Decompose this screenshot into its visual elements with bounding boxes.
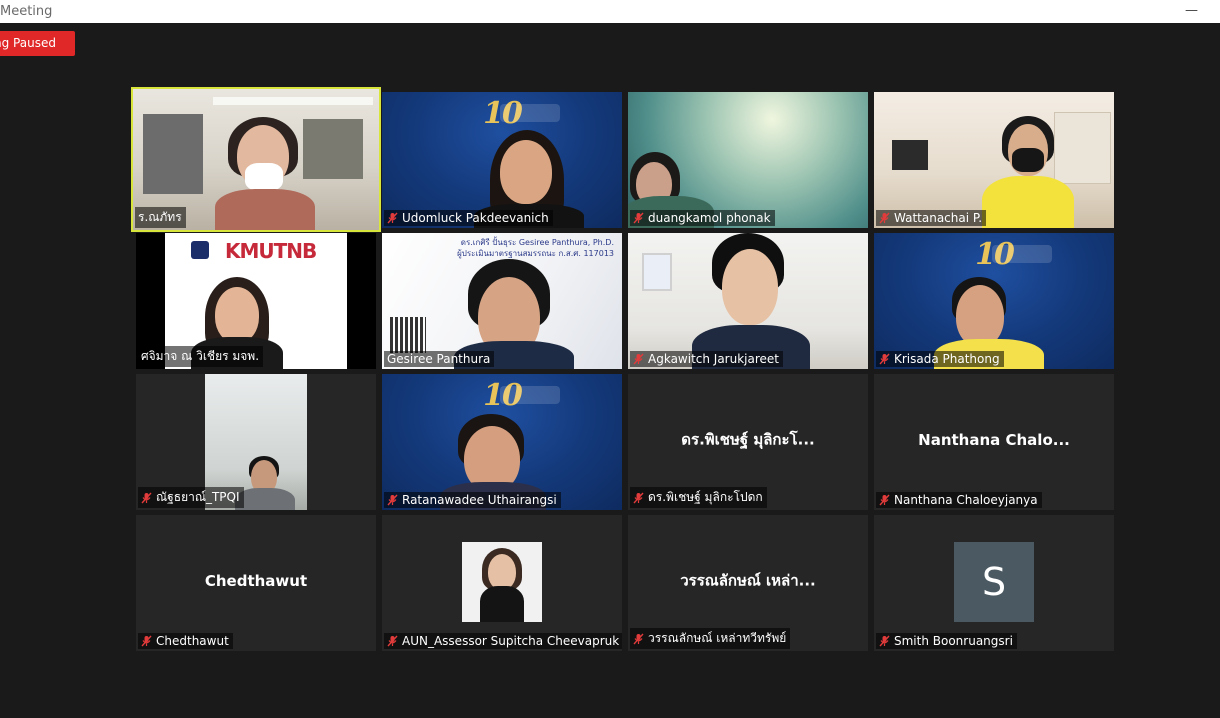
participant-name: ศจิมาจ ณ วิเชียร มจพ. (141, 349, 260, 363)
participant-tile[interactable]: Nanthana Chalo... Nanthana Chaloeyjanya (874, 374, 1114, 510)
participant-display-name: ดร.พิเชษฐ์ มุลิกะโ... (681, 430, 815, 449)
participant-name: Agkawitch Jarukjareet (648, 352, 779, 366)
participant-name-tag: Udomluck Pakdeevanich (384, 210, 553, 226)
qr-code-icon (390, 317, 426, 353)
video-feed (628, 92, 868, 228)
muted-mic-icon (879, 494, 890, 506)
participant-tile[interactable]: ร.ณภัทร (131, 87, 381, 232)
muted-mic-icon (879, 353, 890, 365)
avatar: S (954, 542, 1034, 622)
muted-mic-icon (141, 635, 152, 647)
participant-name-tag: Smith Boonruangsri (876, 633, 1017, 649)
participant-name-tag: ดร.พิเชษฐ์ มุลิกะโปดก (630, 487, 767, 508)
muted-mic-icon (633, 212, 644, 224)
participant-name-tag: Ratanawadee Uthairangsi (384, 492, 561, 508)
muted-mic-icon (633, 492, 644, 504)
video-feed: 10 (382, 92, 622, 228)
participant-name: Nanthana Chaloeyjanya (894, 493, 1038, 507)
video-feed (874, 92, 1114, 228)
participant-tile[interactable]: S Smith Boonruangsri (874, 515, 1114, 651)
participant-tile[interactable]: KMUTNB ศจิมาจ ณ วิเชียร มจพ. (136, 233, 376, 369)
participant-name-tag: Krisada Phathong (876, 351, 1004, 367)
muted-mic-icon (387, 212, 398, 224)
slide-header-line: ดร.เกศิรี ปั้นธุระ Gesiree Panthura, Ph.… (460, 238, 614, 247)
participant-name: ดร.พิเชษฐ์ มุลิกะโปดก (648, 490, 763, 504)
participant-name-tag: Wattanachai P. (876, 210, 987, 226)
participant-name: Krisada Phathong (894, 352, 1000, 366)
slide-header: ดร.เกศิรี ปั้นธุระ Gesiree Panthura, Ph.… (457, 237, 614, 259)
participant-tile[interactable]: 10 Udomluck Pakdeevanich (382, 92, 622, 228)
slide-header-line: ผู้ประเมินมาตรฐานสมรรถนะ ก.ส.ศ. 117013 (457, 249, 614, 258)
participant-name-tag: ณัฐธยาณ์_TPQI (138, 487, 244, 508)
participant-name-tag: Nanthana Chaloeyjanya (876, 492, 1042, 508)
video-feed: 10 (874, 233, 1114, 369)
muted-mic-icon (879, 635, 890, 647)
participant-tile[interactable]: วรรณลักษณ์ เหล่า... วรรณลักษณ์ เหล่าทวีท… (628, 515, 868, 651)
participant-tile[interactable]: 10 Krisada Phathong (874, 233, 1114, 369)
participant-name: Ratanawadee Uthairangsi (402, 493, 557, 507)
participant-name: Smith Boonruangsri (894, 634, 1013, 648)
participant-name-tag: Gesiree Panthura (384, 351, 495, 367)
participant-display-name: Chedthawut (204, 572, 308, 591)
participant-tile[interactable]: duangkamol phonak (628, 92, 868, 228)
muted-mic-icon (879, 212, 890, 224)
participant-name: Wattanachai P. (894, 211, 983, 225)
participant-tile[interactable]: ณัฐธยาณ์_TPQI (136, 374, 376, 510)
participant-name-tag: AUN_Assessor Supitcha Cheevapruk (384, 633, 622, 649)
muted-mic-icon (633, 353, 644, 365)
participant-name-tag: วรรณลักษณ์ เหล่าทวีทรัพย์ (630, 628, 791, 649)
participant-tile[interactable]: AUN_Assessor Supitcha Cheevapruk (382, 515, 622, 651)
participant-tile[interactable]: Agkawitch Jarukjareet (628, 233, 868, 369)
muted-mic-icon (633, 633, 644, 645)
participant-tile[interactable]: Wattanachai P. (874, 92, 1114, 228)
profile-photo (462, 542, 542, 622)
participant-name-tag: Agkawitch Jarukjareet (630, 351, 783, 367)
participant-name: Chedthawut (156, 634, 229, 648)
participant-name: duangkamol phonak (648, 211, 771, 225)
participant-name: AUN_Assessor Supitcha Cheevapruk (402, 634, 620, 648)
participant-display-name: Nanthana Chalo... (918, 431, 1070, 450)
participant-name: Gesiree Panthura (387, 352, 491, 366)
participant-name: Udomluck Pakdeevanich (402, 211, 549, 225)
participant-name-tag: Chedthawut (138, 633, 233, 649)
gallery-view: ร.ณภัทร 10 Udomluck Pakdeevanich duangka… (0, 0, 1220, 718)
participant-tile[interactable]: ดร.เกศิรี ปั้นธุระ Gesiree Panthura, Ph.… (382, 233, 622, 369)
video-feed (628, 233, 868, 369)
participant-name: วรรณลักษณ์ เหล่าทวีทรัพย์ (648, 631, 787, 645)
participant-name-tag: ร.ณภัทร (135, 207, 186, 228)
muted-mic-icon (387, 635, 398, 647)
participant-name: ร.ณภัทร (138, 210, 182, 224)
video-feed: ดร.เกศิรี ปั้นธุระ Gesiree Panthura, Ph.… (382, 233, 622, 369)
participant-display-name: วรรณลักษณ์ เหล่า... (680, 571, 816, 590)
participant-name: ณัฐธยาณ์_TPQI (156, 490, 240, 504)
participant-tile[interactable]: 10 Ratanawadee Uthairangsi (382, 374, 622, 510)
muted-mic-icon (141, 492, 152, 504)
participant-name-tag: duangkamol phonak (630, 210, 775, 226)
kmutnb-logo: KMUTNB (225, 239, 317, 263)
participant-name-tag: ศจิมาจ ณ วิเชียร มจพ. (138, 346, 264, 367)
participant-tile[interactable]: Chedthawut Chedthawut (136, 515, 376, 651)
video-feed: 10 (382, 374, 622, 510)
muted-mic-icon (387, 494, 398, 506)
participant-tile[interactable]: ดร.พิเชษฐ์ มุลิกะโ... ดร.พิเชษฐ์ มุลิกะโ… (628, 374, 868, 510)
